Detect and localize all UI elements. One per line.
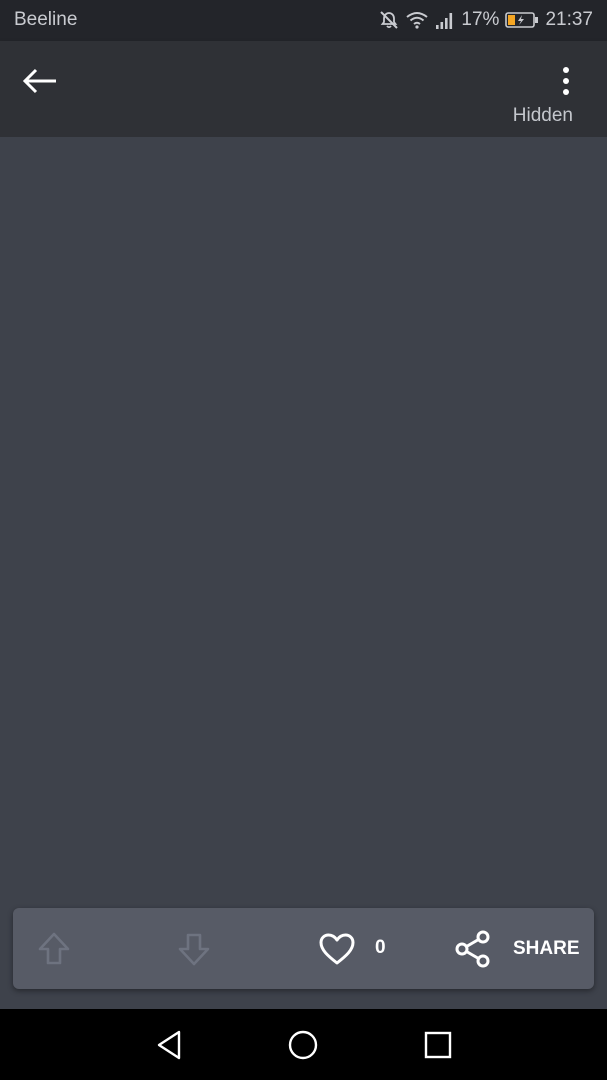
nav-back-icon (157, 1030, 181, 1060)
battery-icon (505, 11, 539, 29)
back-button[interactable] (16, 61, 64, 101)
post-action-bar: 0 SHARE (13, 908, 594, 989)
signal-icon (435, 10, 455, 30)
arrow-back-icon (22, 68, 56, 94)
app-bar: Hidden (0, 41, 607, 137)
arrow-down-outline-icon (178, 933, 210, 965)
status-icons: 17% 21:37 (373, 8, 593, 32)
share-button[interactable]: SHARE (453, 908, 580, 989)
nav-recents-icon (424, 1031, 452, 1059)
downvote-button[interactable] (173, 908, 215, 989)
like-button[interactable] (315, 908, 359, 989)
share-label: SHARE (513, 937, 580, 959)
nav-back-button[interactable] (147, 1023, 191, 1067)
more-vertical-icon (563, 67, 569, 95)
post-content-area (0, 137, 607, 1009)
wifi-icon (405, 10, 429, 30)
upvote-button[interactable] (33, 908, 75, 989)
status-bar: Beeline 17% 21:37 (0, 0, 607, 41)
nav-recents-button[interactable] (416, 1023, 460, 1067)
more-options-button[interactable] (550, 63, 582, 99)
carrier-name: Beeline (14, 9, 78, 30)
post-status-label: Hidden (512, 105, 573, 126)
nav-home-button[interactable] (281, 1023, 325, 1067)
like-count: 0 (375, 937, 386, 958)
arrow-up-outline-icon (38, 932, 70, 964)
system-nav-bar (0, 1009, 607, 1080)
share-icon (455, 930, 490, 967)
battery-percent: 17% (461, 9, 500, 30)
nav-home-icon (288, 1030, 318, 1060)
mute-icon (379, 10, 399, 30)
clock: 21:37 (545, 9, 593, 30)
heart-outline-icon (319, 933, 355, 964)
